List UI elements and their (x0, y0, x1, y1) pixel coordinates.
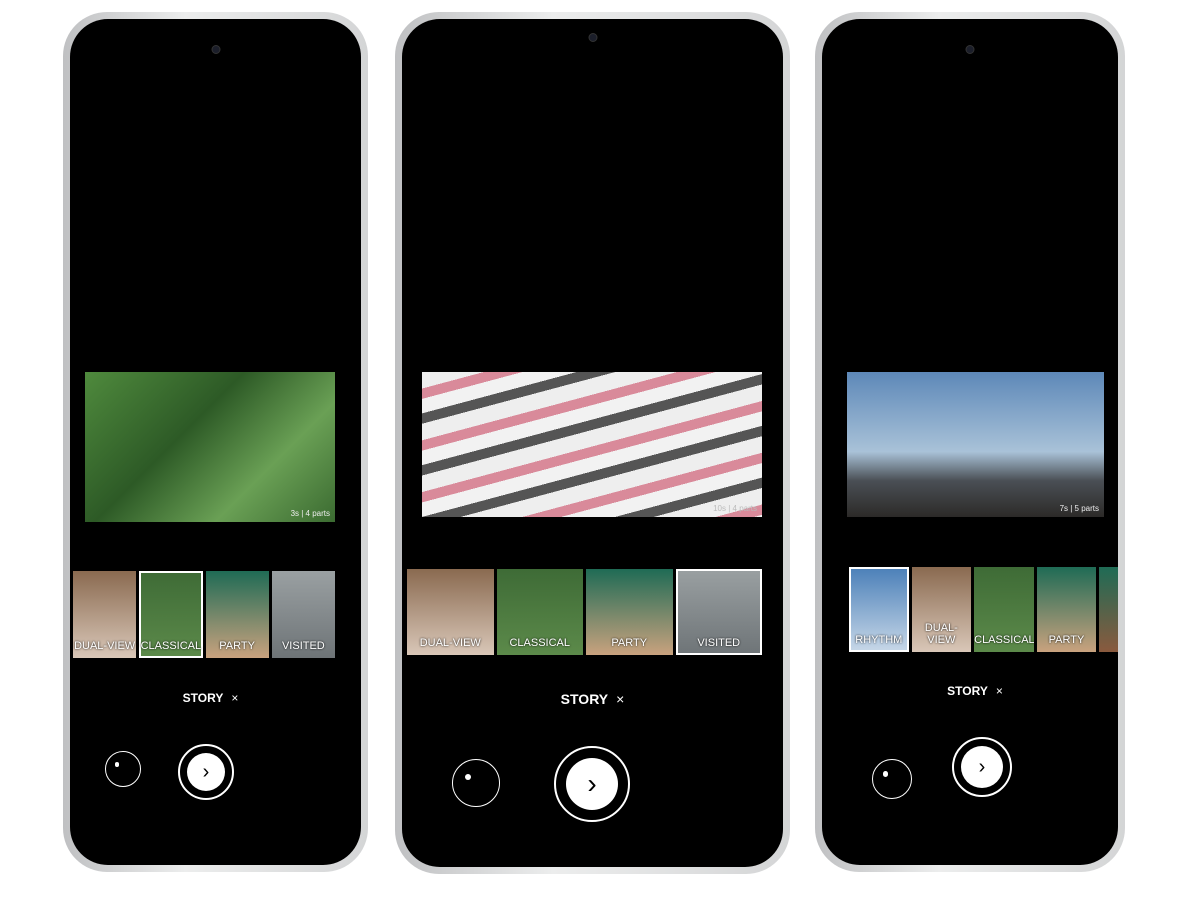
thumb-dual-view[interactable]: DUAL-VIEW (911, 567, 972, 652)
front-camera (965, 45, 975, 54)
thumb-classical[interactable]: CLASSICAL (139, 571, 203, 658)
style-thumbnails: RHYTHM DUAL-VIEW CLASSICAL PARTY (849, 567, 1118, 652)
sticker-face-icon[interactable] (105, 751, 141, 787)
thumb-dual-view[interactable]: DUAL-VIEW (73, 571, 137, 658)
sticker-face-icon[interactable] (872, 759, 912, 799)
video-preview[interactable]: 7s | 5 parts (847, 372, 1104, 517)
thumb-classical[interactable]: CLASSICAL (496, 569, 583, 655)
chevron-right-icon: › (961, 746, 1003, 788)
chevron-right-icon: › (187, 753, 225, 791)
thumb-extra[interactable] (1099, 567, 1118, 652)
close-icon[interactable]: × (616, 691, 624, 707)
front-camera (588, 33, 597, 42)
thumb-dual-view[interactable]: DUAL-VIEW (407, 569, 494, 655)
next-button[interactable]: › (952, 737, 1012, 797)
close-icon[interactable]: × (231, 691, 238, 705)
next-button[interactable]: › (178, 744, 234, 800)
thumb-visited[interactable]: VISITED (675, 569, 762, 655)
phone-left: 3s | 4 parts DUAL-VIEW CLASSICAL PARTY V… (63, 12, 368, 872)
thumb-classical[interactable]: CLASSICAL (974, 567, 1034, 652)
thumb-party[interactable]: PARTY (205, 571, 269, 658)
story-label: STORY × (560, 691, 625, 707)
screen: 10s | 4 parts DUAL-VIEW CLASSICAL PARTY … (402, 19, 783, 867)
style-thumbnails: DUAL-VIEW CLASSICAL PARTY VISITED (73, 571, 335, 658)
thumb-party[interactable]: PARTY (586, 569, 673, 655)
video-info: 10s | 4 parts (713, 504, 757, 513)
video-preview[interactable]: 10s | 4 parts (422, 372, 762, 517)
screen: 3s | 4 parts DUAL-VIEW CLASSICAL PARTY V… (70, 19, 361, 865)
chevron-right-icon: › (566, 758, 618, 810)
thumb-rhythm[interactable]: RHYTHM (849, 567, 909, 652)
screen: 7s | 5 parts RHYTHM DUAL-VIEW CLASSICAL … (822, 19, 1118, 865)
video-info: 7s | 5 parts (1059, 504, 1099, 513)
close-icon[interactable]: × (996, 684, 1003, 698)
thumb-party[interactable]: PARTY (1036, 567, 1097, 652)
style-thumbnails: DUAL-VIEW CLASSICAL PARTY VISITED (407, 569, 762, 655)
sticker-face-icon[interactable] (452, 759, 500, 807)
phone-center: 10s | 4 parts DUAL-VIEW CLASSICAL PARTY … (395, 12, 790, 874)
phone-right: 7s | 5 parts RHYTHM DUAL-VIEW CLASSICAL … (815, 12, 1125, 872)
video-preview[interactable]: 3s | 4 parts (85, 372, 335, 522)
next-button[interactable]: › (554, 746, 630, 822)
thumb-visited[interactable]: VISITED (271, 571, 335, 658)
story-label: STORY × (947, 684, 1003, 698)
story-label: STORY × (182, 691, 239, 705)
video-info: 3s | 4 parts (290, 509, 330, 518)
front-camera (211, 45, 220, 54)
